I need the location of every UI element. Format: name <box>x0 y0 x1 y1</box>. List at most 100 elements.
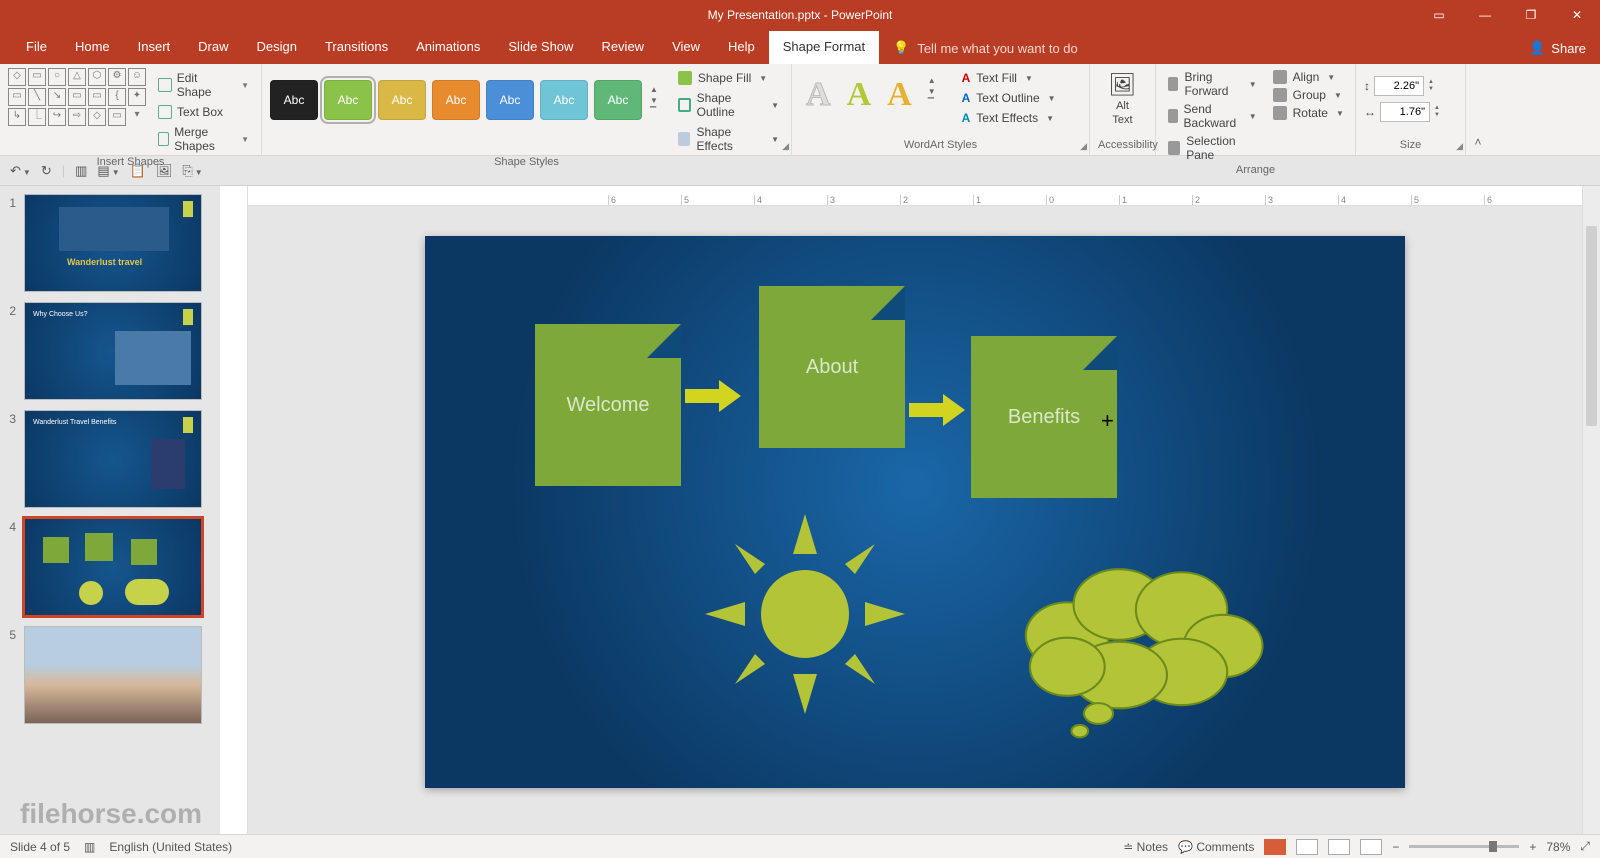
text-fill-button[interactable]: AText Fill▼ <box>958 70 1060 86</box>
shape-welcome[interactable]: Welcome <box>535 324 681 486</box>
shape-benefits[interactable]: Benefits <box>971 336 1117 498</box>
minimize-button[interactable]: ― <box>1462 0 1508 30</box>
zoom-in-button[interactable]: + <box>1529 840 1536 854</box>
tab-home[interactable]: Home <box>61 31 124 64</box>
shape-thought-cloud[interactable] <box>1005 546 1275 746</box>
width-input[interactable] <box>1380 102 1430 122</box>
wordart-swatch-1[interactable]: A <box>806 76 831 114</box>
shape-outline-button[interactable]: Shape Outline▼ <box>674 90 783 120</box>
maximize-button[interactable]: ❐ <box>1508 0 1554 30</box>
height-spinner[interactable]: ▲▼ <box>1428 79 1434 93</box>
tab-view[interactable]: View <box>658 31 714 64</box>
group-label: Insert Shapes <box>8 154 253 172</box>
style-swatch-5[interactable]: Abc <box>486 80 534 120</box>
send-backward-button[interactable]: Send Backward▼ <box>1164 102 1261 130</box>
tab-help[interactable]: Help <box>714 31 769 64</box>
slide-canvas[interactable]: Welcome About Benefits <box>425 236 1405 788</box>
notes-label: Notes <box>1137 840 1168 854</box>
tab-insert[interactable]: Insert <box>124 31 185 64</box>
tab-animations[interactable]: Animations <box>402 31 494 64</box>
shape-height-field[interactable]: ↕ ▲▼ <box>1364 76 1440 96</box>
alt-text-button[interactable]: 🖼 Alt Text <box>1098 68 1147 126</box>
dialog-launcher-icon[interactable]: ◢ <box>782 141 789 152</box>
align-button[interactable]: Align▼ <box>1269 70 1348 84</box>
dialog-launcher-icon[interactable]: ◢ <box>1080 141 1087 152</box>
gallery-scroll[interactable]: ▲▼▔ <box>650 85 658 116</box>
merge-shapes-button[interactable]: Merge Shapes▼ <box>154 124 253 154</box>
fit-to-window-button[interactable]: ⤢ <box>1580 839 1590 854</box>
arrow-1[interactable] <box>685 380 743 412</box>
notes-button[interactable]: ≐ Notes <box>1123 840 1168 854</box>
view-reading-button[interactable] <box>1328 839 1350 855</box>
zoom-slider[interactable] <box>1409 845 1519 848</box>
bring-forward-button[interactable]: Bring Forward▼ <box>1164 70 1261 98</box>
shape-fill-button[interactable]: Shape Fill▼ <box>674 70 783 86</box>
text-fill-label: Text Fill <box>976 71 1017 85</box>
style-swatch-4[interactable]: Abc <box>432 80 480 120</box>
share-button[interactable]: 👤 Share <box>1529 40 1586 64</box>
arrow-2[interactable] <box>909 394 967 426</box>
tab-transitions[interactable]: Transitions <box>311 31 402 64</box>
style-swatch-1[interactable]: Abc <box>270 80 318 120</box>
selection-pane-button[interactable]: Selection Pane <box>1164 134 1261 162</box>
wordart-swatch-2[interactable]: A <box>847 76 872 114</box>
edit-shape-button[interactable]: Edit Shape▼ <box>154 70 253 100</box>
style-swatch-6[interactable]: Abc <box>540 80 588 120</box>
ribbon-display-options-button[interactable]: ▭ <box>1416 0 1462 30</box>
view-normal-button[interactable] <box>1264 839 1286 855</box>
shape-width-field[interactable]: ↔ ▲▼ <box>1364 102 1440 122</box>
shapes-gallery[interactable]: ◇▭○△⬡⚙☺ ▭╲↘▭▭{✦ ↳⎿↪⇨◇▭▾ <box>8 68 146 126</box>
tab-design[interactable]: Design <box>243 31 311 64</box>
text-outline-icon: A <box>962 91 971 105</box>
thumbnail-1[interactable]: 1 Wanderlust travel <box>6 194 214 292</box>
selection-pane-label: Selection Pane <box>1186 134 1256 162</box>
shape-sun[interactable] <box>705 514 905 714</box>
spellcheck-icon[interactable]: ▥ <box>84 840 95 854</box>
slide-editor[interactable]: 6543210123456 Welcome About Benefits <box>220 186 1600 834</box>
shape-style-gallery[interactable]: Abc Abc Abc Abc Abc Abc Abc ▲▼▔ <box>270 68 658 120</box>
tab-file[interactable]: File <box>12 31 61 64</box>
style-swatch-2[interactable]: Abc <box>324 80 372 120</box>
wordart-swatch-3[interactable]: A <box>887 76 912 114</box>
rotate-button[interactable]: Rotate▼ <box>1269 106 1348 120</box>
group-wordart: A A A ▲▼▔ AText Fill▼ AText Outline▼ ATe… <box>792 64 1090 155</box>
text-outline-button[interactable]: AText Outline▼ <box>958 90 1060 106</box>
chevron-down-icon: ▼ <box>759 74 767 83</box>
slide-thumbnail-panel[interactable]: 1 Wanderlust travel 2 Why Choose Us? 3 W… <box>0 186 220 834</box>
thumb-title: Why Choose Us? <box>33 311 87 318</box>
style-swatch-3[interactable]: Abc <box>378 80 426 120</box>
thumbnail-4[interactable]: 4 <box>6 518 214 616</box>
close-button[interactable]: ✕ <box>1554 0 1600 30</box>
text-effects-button[interactable]: AText Effects▼ <box>958 110 1060 126</box>
group-label: Arrange <box>1164 162 1347 180</box>
thumbnail-3[interactable]: 3 Wanderlust Travel Benefits <box>6 410 214 508</box>
language-indicator[interactable]: English (United States) <box>109 840 232 854</box>
text-box-button[interactable]: Text Box <box>154 104 253 120</box>
collapse-ribbon-button[interactable]: ˄ <box>1466 64 1490 155</box>
wordart-gallery[interactable]: A A A ▲▼▔ <box>800 68 942 114</box>
alt-text-label-1: Alt <box>1116 100 1129 112</box>
tab-shape-format[interactable]: Shape Format <box>769 31 879 64</box>
comments-button[interactable]: 💬 Comments <box>1178 840 1254 854</box>
view-slideshow-button[interactable] <box>1360 839 1382 855</box>
zoom-out-button[interactable]: − <box>1392 840 1399 854</box>
dialog-launcher-icon[interactable]: ◢ <box>1456 141 1463 152</box>
tab-draw[interactable]: Draw <box>184 31 242 64</box>
vertical-scrollbar[interactable] <box>1582 186 1600 834</box>
gallery-scroll[interactable]: ▲▼▔ <box>928 76 936 114</box>
height-input[interactable] <box>1374 76 1424 96</box>
view-sorter-button[interactable] <box>1296 839 1318 855</box>
shape-effects-button[interactable]: Shape Effects▼ <box>674 124 783 154</box>
thumbnail-5[interactable]: 5 <box>6 626 214 724</box>
tab-review[interactable]: Review <box>587 31 658 64</box>
tab-slideshow[interactable]: Slide Show <box>494 31 587 64</box>
slide-counter[interactable]: Slide 4 of 5 <box>10 840 70 854</box>
width-spinner[interactable]: ▲▼ <box>1434 105 1440 119</box>
style-swatch-7[interactable]: Abc <box>594 80 642 120</box>
tell-me-search[interactable]: 💡 Tell me what you want to do <box>879 40 1092 56</box>
send-backward-label: Send Backward <box>1184 102 1241 130</box>
group-button[interactable]: Group▼ <box>1269 88 1348 102</box>
shape-about[interactable]: About <box>759 286 905 448</box>
thumbnail-2[interactable]: 2 Why Choose Us? <box>6 302 214 400</box>
zoom-level[interactable]: 78% <box>1546 840 1570 854</box>
